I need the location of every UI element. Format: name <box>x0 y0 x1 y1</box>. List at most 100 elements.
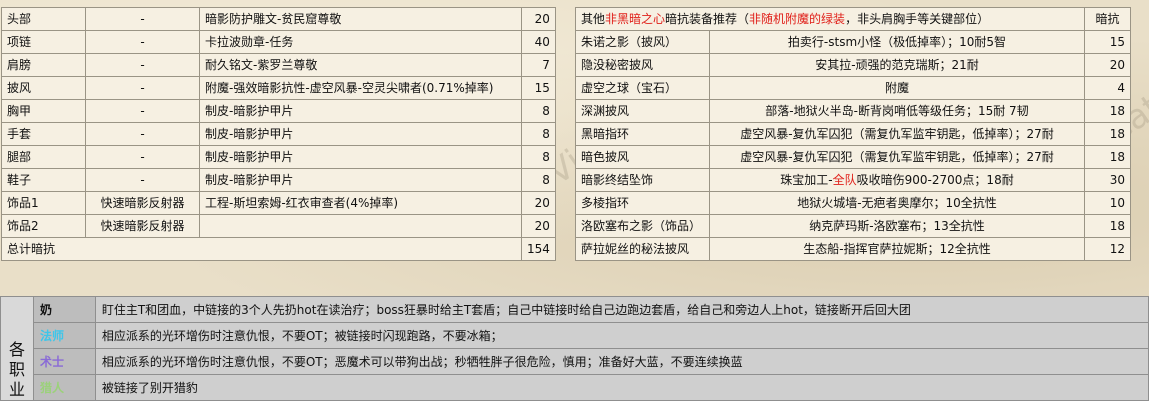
gear-row: 项链 - 卡拉波勋章-任务 40 <box>1 30 556 54</box>
recommend-value: 30 <box>1084 168 1131 192</box>
gear-slot: 饰品2 <box>1 214 86 238</box>
recommend-source: 生态船-指挥官萨拉妮斯；12全抗性 <box>709 237 1085 261</box>
gear-item: 快速暗影反射器 <box>85 191 200 215</box>
class-note-text: 盯住主T和团血，中链接的3个人先扔hot在读治疗；boss狂暴时给主T套盾；自己… <box>94 296 1149 323</box>
class-note-row: 各职业奶盯住主T和团血，中链接的3个人先扔hot在读治疗；boss狂暴时给主T套… <box>0 296 1149 401</box>
gear-source: 制皮-暗影护甲片 <box>199 99 522 123</box>
gear-source: 工程-斯坦索姆-红衣审查者(4%掉率) <box>199 191 522 215</box>
class-section-char: 各 <box>8 340 25 359</box>
class-section-label: 各职业 <box>0 296 34 401</box>
class-section-char: 职 <box>8 360 25 379</box>
gear-value: 7 <box>521 53 556 77</box>
gear-value: 8 <box>521 122 556 146</box>
recommended-gear-table: 其他非黑暗之心暗抗装备推荐（非随机附魔的绿装，非头肩胸手等关键部位） 暗抗 朱诺… <box>575 7 1131 261</box>
gear-slot: 披风 <box>1 76 86 100</box>
gear-source <box>199 214 522 238</box>
recommend-source: 安其拉-顽强的范克瑞斯；21耐 <box>709 53 1085 77</box>
class-note-text: 被链接了别开猎豹 <box>94 374 1149 401</box>
gear-source: 耐久铭文-紫罗兰尊敬 <box>199 53 522 77</box>
recommend-row: 暗色披风 虚空风暴-复仇军囚犯（需复仇军监牢钥匙，低掉率）；27耐 18 <box>575 145 1131 169</box>
gear-source: 卡拉波勋章-任务 <box>199 30 522 54</box>
gear-value: 20 <box>521 7 556 31</box>
gear-slot: 项链 <box>1 30 86 54</box>
gear-item: - <box>85 122 200 146</box>
recommend-source: 虚空风暴-复仇军囚犯（需复仇军监牢钥匙，低掉率）；27耐 <box>709 122 1085 146</box>
recommend-row: 洛欧塞布之影（饰品） 纳克萨玛斯-洛欧塞布；13全抗性 18 <box>575 214 1131 238</box>
gear-item: - <box>85 168 200 192</box>
class-notes-table: 各职业奶盯住主T和团血，中链接的3个人先扔hot在读治疗；boss狂暴时给主T套… <box>0 296 1149 401</box>
class-note-row: 法师 相应派系的光环增伤时注意仇恨，不要OT；被链接时闪现跑路，不要冰箱； <box>1 322 1149 349</box>
gear-source: 制皮-暗影护甲片 <box>199 168 522 192</box>
class-note-row: 猎人 被链接了别开猎豹 <box>1 374 1149 401</box>
gear-item: - <box>85 53 200 77</box>
recommend-item: 黑暗指环 <box>575 122 710 146</box>
gear-row: 手套 - 制皮-暗影护甲片 8 <box>1 122 556 146</box>
gear-value: 8 <box>521 99 556 123</box>
gear-source: 附魔-强效暗影抗性-虚空风暴-空灵尖啸者(0.71%掉率) <box>199 76 522 100</box>
gear-slot: 头部 <box>1 7 86 31</box>
recommend-row: 萨拉妮丝的秘法披风 生态船-指挥官萨拉妮斯；12全抗性 12 <box>575 237 1131 261</box>
recommend-source: 虚空风暴-复仇军囚犯（需复仇军监牢钥匙，低掉率）；27耐 <box>709 145 1085 169</box>
recommend-value: 4 <box>1084 76 1131 100</box>
gear-row: 腿部 - 制皮-暗影护甲片 8 <box>1 145 556 169</box>
recommend-value: 18 <box>1084 145 1131 169</box>
gear-slot: 肩膀 <box>1 53 86 77</box>
gear-row: 头部 - 暗影防护雕文-贫民窟尊敬 20 <box>1 7 556 31</box>
gear-slot: 手套 <box>1 122 86 146</box>
gear-row: 饰品2 快速暗影反射器 20 <box>1 214 556 238</box>
gear-value: 40 <box>521 30 556 54</box>
recommend-row: 多棱指环 地狱火城墙-无疤者奥摩尔；10全抗性 10 <box>575 191 1131 215</box>
recommend-item: 洛欧塞布之影（饰品） <box>575 214 710 238</box>
gear-slot: 鞋子 <box>1 168 86 192</box>
class-section-char: 业 <box>8 380 25 399</box>
recommend-header: 其他非黑暗之心暗抗装备推荐（非随机附魔的绿装，非头肩胸手等关键部位） <box>575 7 1085 31</box>
gear-slot: 胸甲 <box>1 99 86 123</box>
gear-item: - <box>85 30 200 54</box>
gear-slot: 饰品1 <box>1 191 86 215</box>
shadow-resist-header: 暗抗 <box>1084 7 1131 31</box>
recommend-row: 虚空之球（宝石） 附魔 4 <box>575 76 1131 100</box>
recommend-item: 暗影终结坠饰 <box>575 168 710 192</box>
gear-value: 20 <box>521 214 556 238</box>
class-name: 法师 <box>32 322 96 349</box>
class-notes-section: 各职业奶盯住主T和团血，中链接的3个人先扔hot在读治疗；boss狂暴时给主T套… <box>0 296 1149 401</box>
recommend-value: 18 <box>1084 122 1131 146</box>
gear-item: - <box>85 99 200 123</box>
recommend-source: 珠宝加工-全队吸收暗伤900-2700点；18耐 <box>709 168 1085 192</box>
gear-slot: 腿部 <box>1 145 86 169</box>
class-name: 奶 <box>32 296 96 323</box>
recommend-item: 朱诺之影（披风） <box>575 30 710 54</box>
recommend-value: 12 <box>1084 237 1131 261</box>
gear-item: - <box>85 145 200 169</box>
recommend-source: 附魔 <box>709 76 1085 100</box>
recommend-row: 暗影终结坠饰 珠宝加工-全队吸收暗伤900-2700点；18耐 30 <box>575 168 1131 192</box>
gear-item: - <box>85 76 200 100</box>
total-label: 总计暗抗 <box>1 237 522 261</box>
recommend-item: 暗色披风 <box>575 145 710 169</box>
recommend-value: 20 <box>1084 53 1131 77</box>
recommend-source: 部落-地狱火半岛-断背岗哨低等级任务；15耐 7韧 <box>709 99 1085 123</box>
gear-row: 胸甲 - 制皮-暗影护甲片 8 <box>1 99 556 123</box>
gear-value: 8 <box>521 168 556 192</box>
gear-item: 快速暗影反射器 <box>85 214 200 238</box>
recommend-value: 18 <box>1084 99 1131 123</box>
recommend-source: 纳克萨玛斯-洛欧塞布；13全抗性 <box>709 214 1085 238</box>
gear-row: 饰品1 快速暗影反射器 工程-斯坦索姆-红衣审查者(4%掉率) 20 <box>1 191 556 215</box>
gear-row: 肩膀 - 耐久铭文-紫罗兰尊敬 7 <box>1 53 556 77</box>
gear-source: 制皮-暗影护甲片 <box>199 122 522 146</box>
gear-source: 暗影防护雕文-贫民窟尊敬 <box>199 7 522 31</box>
recommend-item: 虚空之球（宝石） <box>575 76 710 100</box>
recommend-value: 10 <box>1084 191 1131 215</box>
gear-row: 鞋子 - 制皮-暗影护甲片 8 <box>1 168 556 192</box>
recommend-row: 深渊披风 部落-地狱火半岛-断背岗哨低等级任务；15耐 7韧 18 <box>575 99 1131 123</box>
recommend-value: 18 <box>1084 214 1131 238</box>
total-value: 154 <box>521 237 556 261</box>
recommend-source: 拍卖行-stsm小怪（极低掉率）；10耐5智 <box>709 30 1085 54</box>
recommend-row: 朱诺之影（披风） 拍卖行-stsm小怪（极低掉率）；10耐5智 15 <box>575 30 1131 54</box>
recommend-item: 隐没秘密披风 <box>575 53 710 77</box>
class-name: 术士 <box>32 348 96 375</box>
recommend-item: 萨拉妮丝的秘法披风 <box>575 237 710 261</box>
recommend-row: 黑暗指环 虚空风暴-复仇军囚犯（需复仇军监牢钥匙，低掉率）；27耐 18 <box>575 122 1131 146</box>
class-note-row: 术士 相应派系的光环增伤时注意仇恨，不要OT；恶魔术可以带狗出战；秒牺牲胖子很危险… <box>1 348 1149 375</box>
recommend-row: 隐没秘密披风 安其拉-顽强的范克瑞斯；21耐 20 <box>575 53 1131 77</box>
